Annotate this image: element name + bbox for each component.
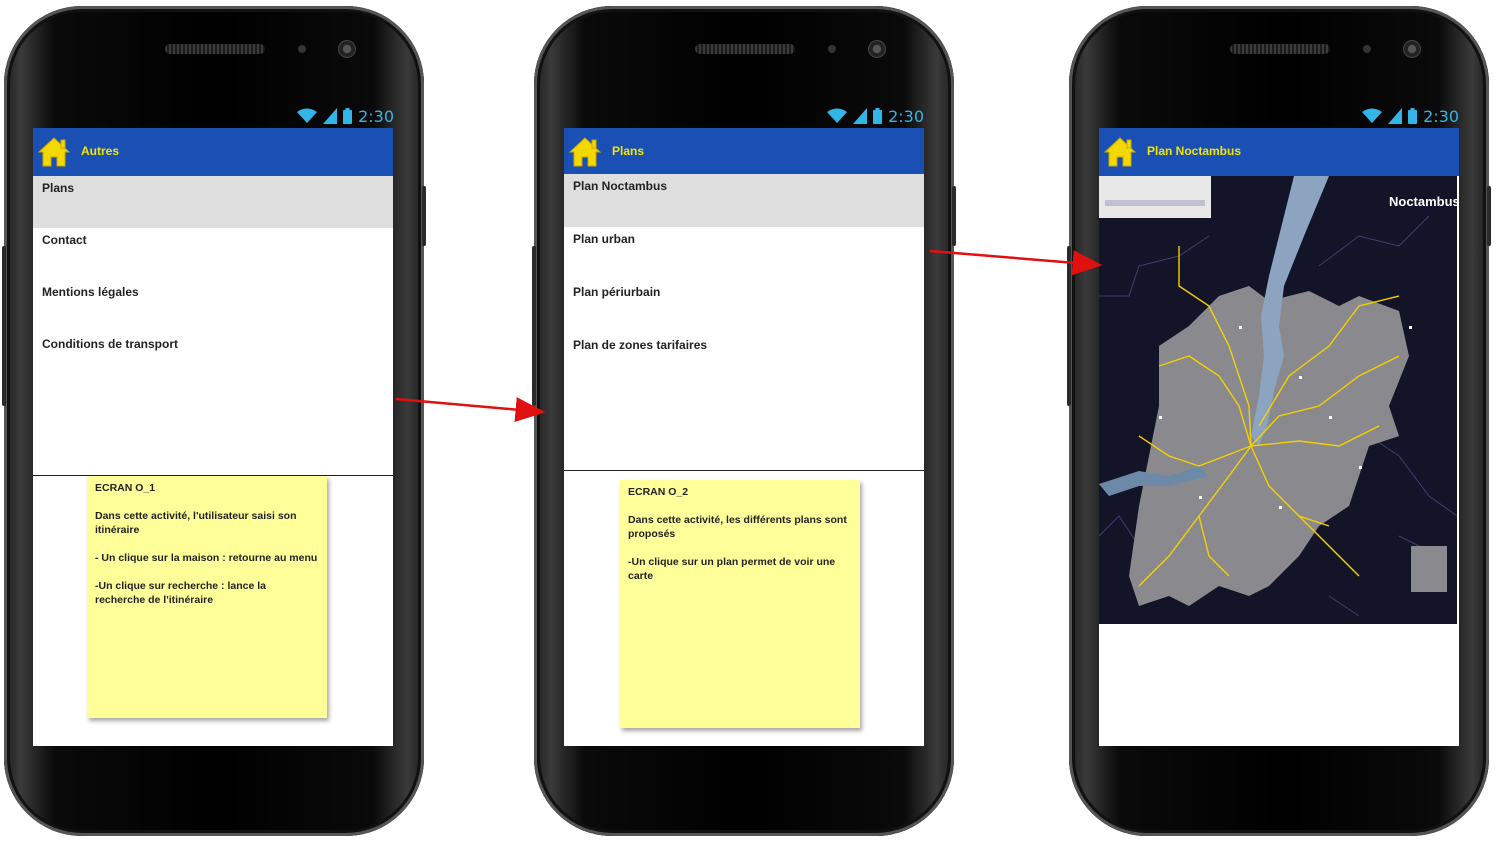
signal-icon [323,108,338,124]
app-bar-title: Plans [612,144,645,158]
app-bar: Autres [33,128,393,176]
note-line: -Un clique sur recherche : lance la rech… [95,580,266,606]
wifi-icon [1362,108,1383,123]
menu-item-mentions-legales[interactable]: Mentions légales [33,280,393,332]
power-button [952,186,956,246]
map-brand: Noctambus [1389,194,1457,209]
menu-item-plan-periurbain[interactable]: Plan périurbain [564,280,924,333]
power-button [1487,186,1491,246]
earpiece-speaker [1230,44,1330,54]
front-camera [338,40,356,58]
status-time: 2:30 [888,106,924,126]
note-heading: ECRAN O_2 [628,486,689,498]
menu-item-plan-noctambus[interactable]: Plan Noctambus [564,174,924,227]
menu-item-contact[interactable]: Contact [33,228,393,280]
app-bar-title: Plan Noctambus [1147,144,1242,158]
menu-item-plans[interactable]: Plans [33,176,393,228]
screen-plan-noctambus: Plan Noctambus Noctambus [1099,128,1459,746]
battery-icon [1408,108,1418,124]
proximity-sensor [1363,45,1371,53]
signal-icon [853,108,868,124]
wifi-icon [827,108,848,123]
menu-item-plan-urban[interactable]: Plan urban [564,227,924,280]
home-icon[interactable] [568,136,602,168]
earpiece-speaker [165,44,265,54]
wifi-icon [297,108,318,123]
app-bar-title: Autres [81,144,120,158]
screen-plans: Plans Plan Noctambus Plan urban Plan pér… [564,128,924,746]
status-time: 2:30 [1423,106,1459,126]
sticky-note-ecran-o2: ECRAN O_2 Dans cette activité, les diffé… [620,480,860,728]
screen-autres: Autres Plans Contact Mentions légales Co… [33,128,393,746]
app-bar: Plan Noctambus [1099,128,1459,176]
home-icon[interactable] [1103,136,1137,168]
sticky-note-ecran-o1: ECRAN O_1 Dans cette activité, l'utilisa… [87,476,327,718]
proximity-sensor [828,45,836,53]
menu-list: Plans Contact Mentions légales Condition… [33,176,393,384]
front-camera [1403,40,1421,58]
phone-frame-3: 2:30 Plan Noctambus Noctambus [1067,6,1491,836]
signal-icon [1388,108,1403,124]
note-heading: ECRAN O_1 [95,482,156,494]
list-divider [564,470,924,471]
status-bar: 2:30 [297,106,394,126]
noctambus-map[interactable]: Noctambus [1099,176,1457,624]
home-icon[interactable] [37,136,71,168]
status-bar: 2:30 [827,106,924,126]
note-line: - Un clique sur la maison : retourne au … [95,552,318,564]
proximity-sensor [298,45,306,53]
menu-item-conditions-transport[interactable]: Conditions de transport [33,332,393,384]
menu-list: Plan Noctambus Plan urban Plan périurbai… [564,174,924,386]
volume-button [1067,246,1071,406]
battery-icon [343,108,353,124]
power-button [422,186,426,246]
note-line: -Un clique sur un plan permet de voir un… [628,556,836,582]
phone-frame-2: 2:30 Plans Plan Noctambus Plan urban Pla… [532,6,956,836]
status-bar: 2:30 [1362,106,1459,126]
note-line: Dans cette activité, les différents plan… [628,514,847,540]
menu-item-plan-zones-tarifaires[interactable]: Plan de zones tarifaires [564,333,924,386]
note-line: Dans cette activité, l'utilisateur saisi… [95,510,297,536]
app-bar: Plans [564,128,924,174]
battery-icon [873,108,883,124]
volume-button [2,246,6,406]
volume-button [532,246,536,406]
phone-frame-1: 2:30 Autres Plans Contact Mentions légal… [2,6,426,836]
map-graphic: Noctambus [1099,176,1457,624]
status-time: 2:30 [358,106,394,126]
earpiece-speaker [695,44,795,54]
front-camera [868,40,886,58]
